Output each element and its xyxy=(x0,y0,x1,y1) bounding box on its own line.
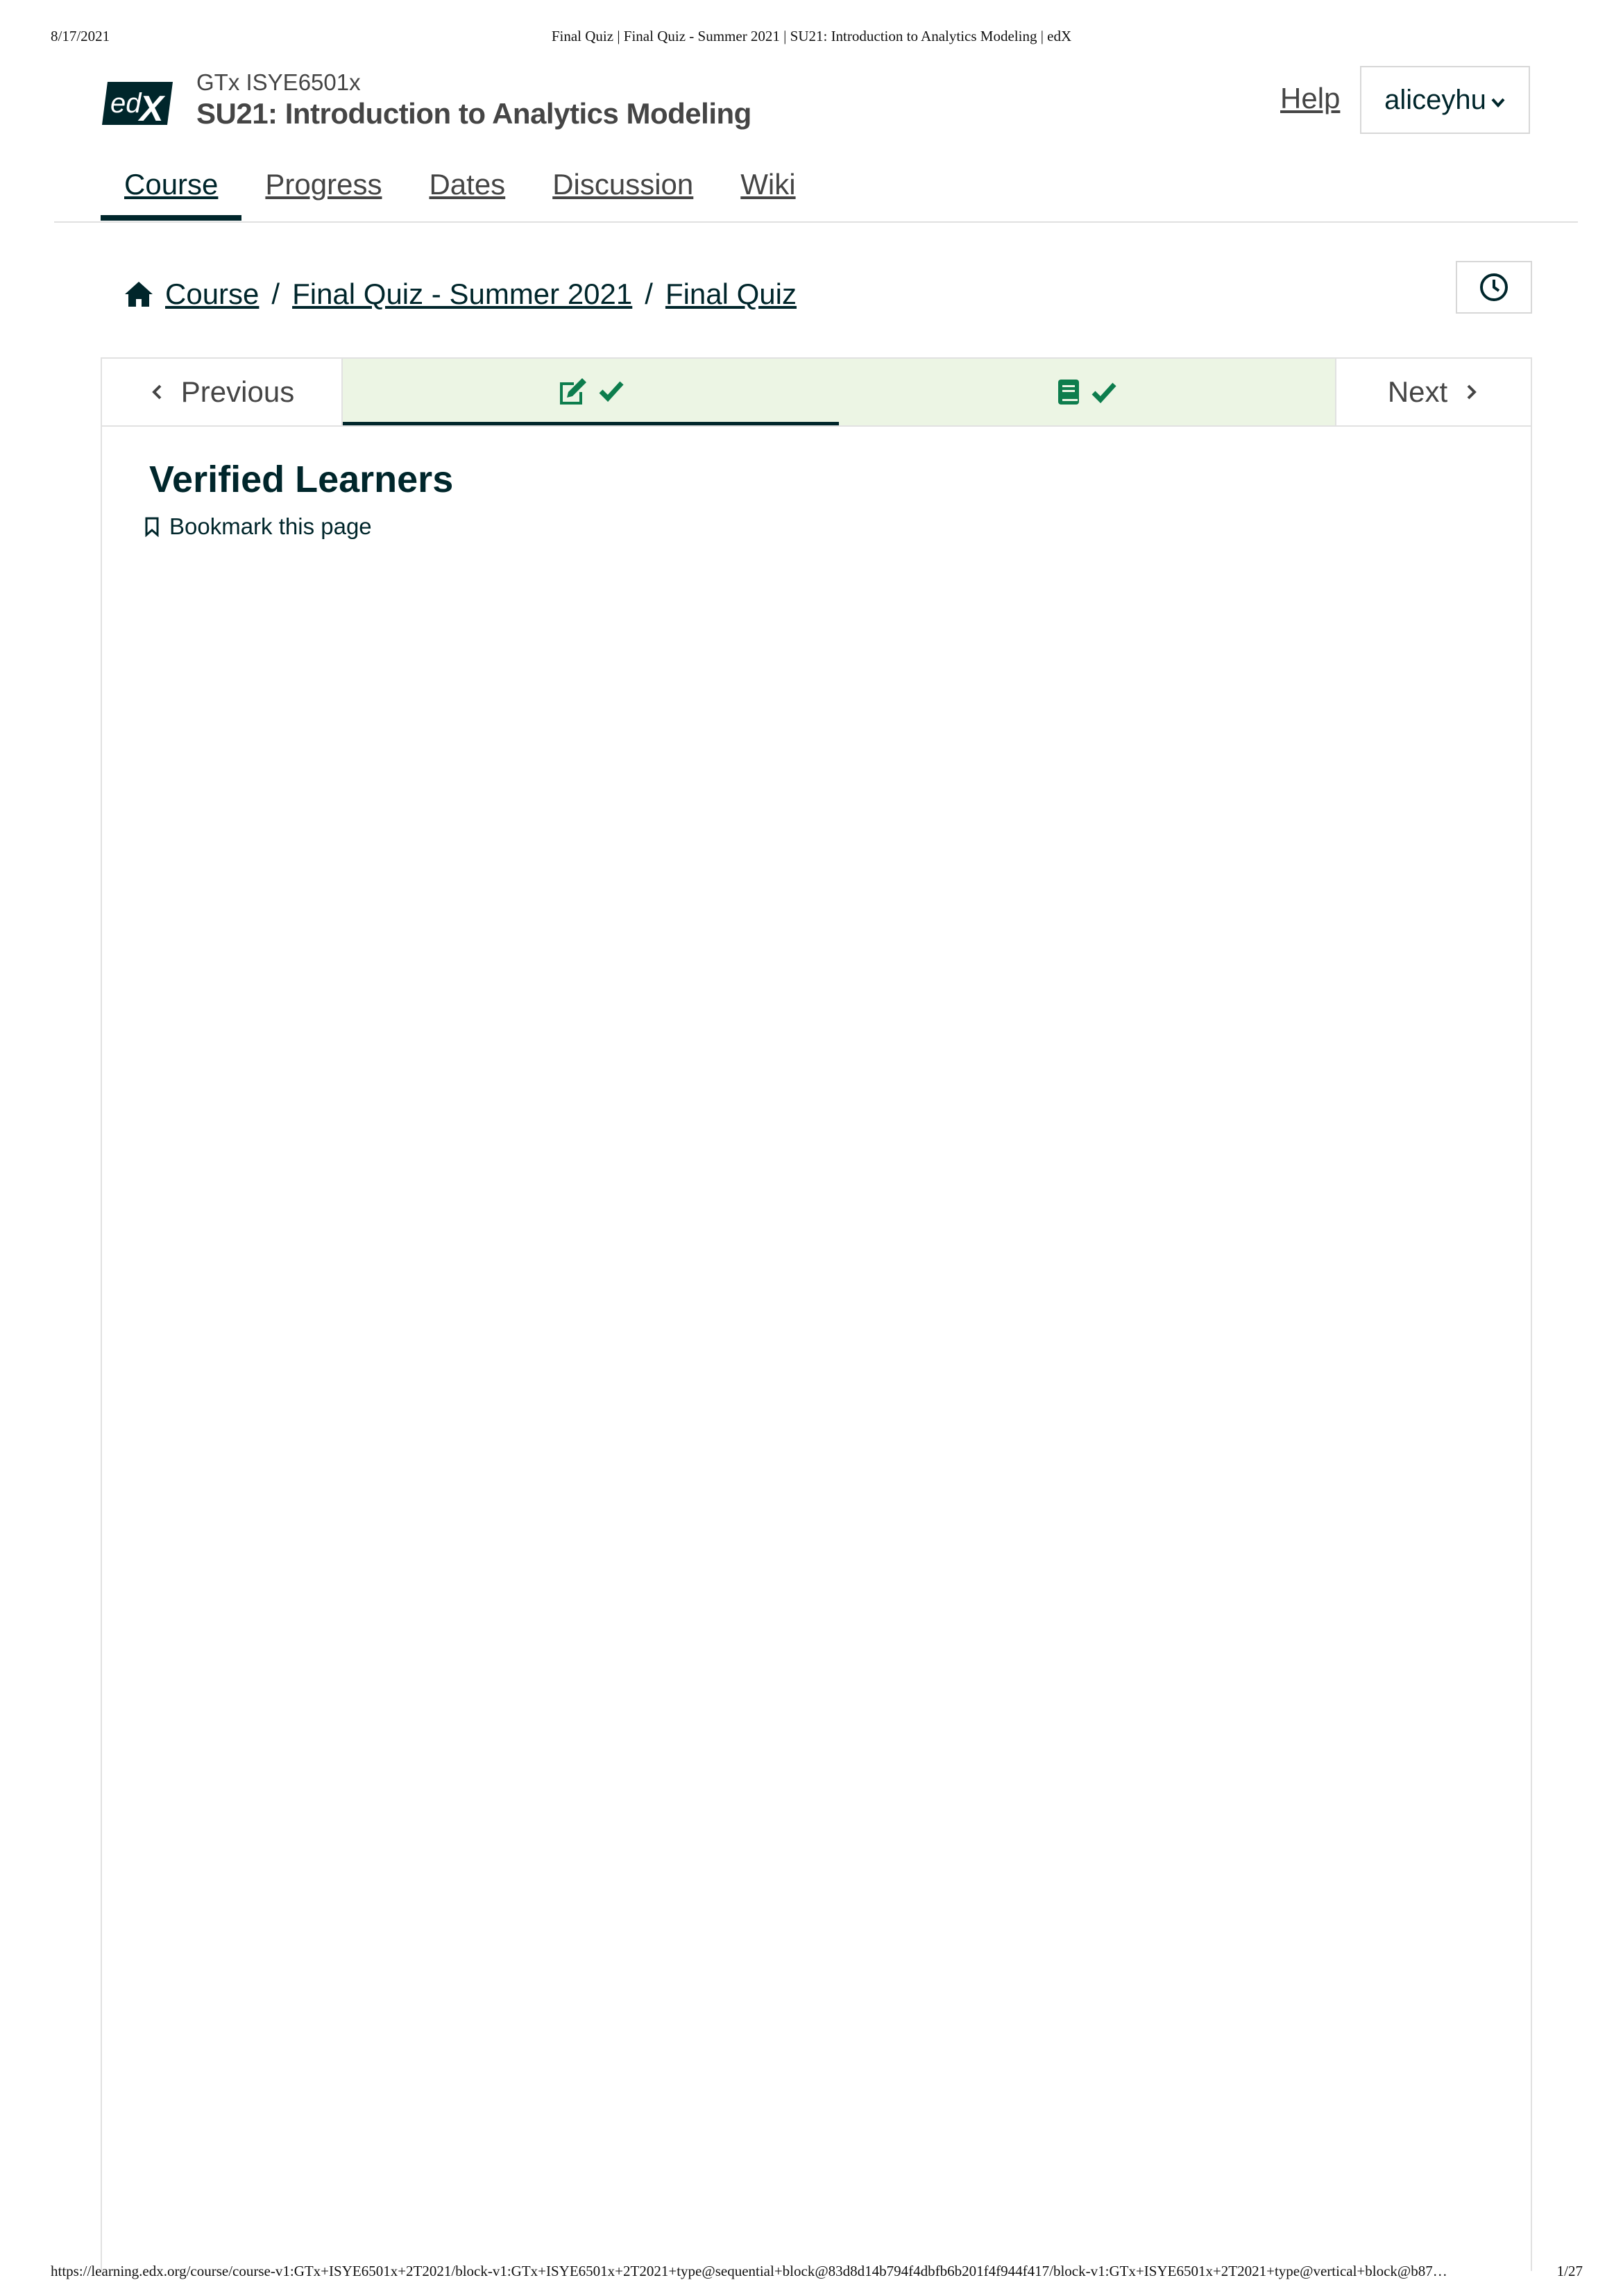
check-icon xyxy=(1091,382,1116,404)
due-dates-button[interactable] xyxy=(1456,261,1532,314)
svg-text:ed: ed xyxy=(110,88,142,119)
tab-discussion[interactable]: Discussion xyxy=(529,161,717,221)
tab-wiki[interactable]: Wiki xyxy=(717,161,819,221)
print-footer: https://learning.edx.org/course/course-v… xyxy=(0,2263,1623,2284)
tab-course[interactable]: Course xyxy=(101,161,242,221)
breadcrumb-course[interactable]: Course xyxy=(165,278,259,311)
bookmark-button[interactable]: Bookmark this page xyxy=(144,513,372,540)
course-tabs: Course Progress Dates Discussion Wiki xyxy=(101,161,819,223)
course-org: GTx ISYE6501x xyxy=(196,69,361,95)
course-title: SU21: Introduction to Analytics Modeling xyxy=(196,97,751,130)
chevron-left-icon xyxy=(151,384,162,400)
next-button[interactable]: Next xyxy=(1335,359,1531,425)
print-document-title: Final Quiz | Final Quiz - Summer 2021 | … xyxy=(551,28,1072,44)
sequence-unit-reading[interactable] xyxy=(839,359,1335,425)
previous-label: Previous xyxy=(180,375,295,408)
previous-button[interactable]: Previous xyxy=(102,359,343,425)
clock-icon xyxy=(1480,273,1508,301)
bookmark-icon xyxy=(145,517,159,537)
breadcrumb-subsection[interactable]: Final Quiz xyxy=(665,278,797,311)
home-icon xyxy=(125,282,153,307)
tabs-divider xyxy=(54,221,1578,223)
unit-title: Verified Learners xyxy=(149,459,454,500)
tab-dates[interactable]: Dates xyxy=(405,161,529,221)
username: aliceyhu xyxy=(1384,84,1486,115)
chevron-right-icon xyxy=(1467,384,1477,400)
breadcrumb-section[interactable]: Final Quiz - Summer 2021 xyxy=(292,278,632,311)
help-link[interactable]: Help xyxy=(1280,82,1340,115)
edx-logo[interactable]: ed X xyxy=(101,80,174,126)
unit-content-frame xyxy=(101,425,1532,2271)
user-menu-button[interactable]: aliceyhu xyxy=(1360,66,1530,134)
sequence-navigation: Previous Next xyxy=(101,357,1532,427)
sequence-unit-problem[interactable] xyxy=(343,359,839,425)
breadcrumb-separator: / xyxy=(271,278,280,310)
breadcrumb-separator: / xyxy=(645,278,653,310)
breadcrumb: Course / Final Quiz - Summer 2021 / Fina… xyxy=(124,278,797,311)
bookmark-label: Bookmark this page xyxy=(169,513,372,539)
chevron-down-icon xyxy=(1491,98,1505,108)
print-page-number: 1/27 xyxy=(1556,2263,1583,2279)
tab-progress[interactable]: Progress xyxy=(241,161,405,221)
print-url: https://learning.edx.org/course/course-v… xyxy=(51,2263,1447,2279)
book-icon xyxy=(1057,380,1079,405)
edit-icon xyxy=(559,377,586,405)
next-label: Next xyxy=(1387,375,1448,408)
print-header: 8/17/2021 Final Quiz | Final Quiz - Summ… xyxy=(0,28,1623,49)
svg-text:X: X xyxy=(137,89,166,126)
check-icon xyxy=(599,381,624,402)
